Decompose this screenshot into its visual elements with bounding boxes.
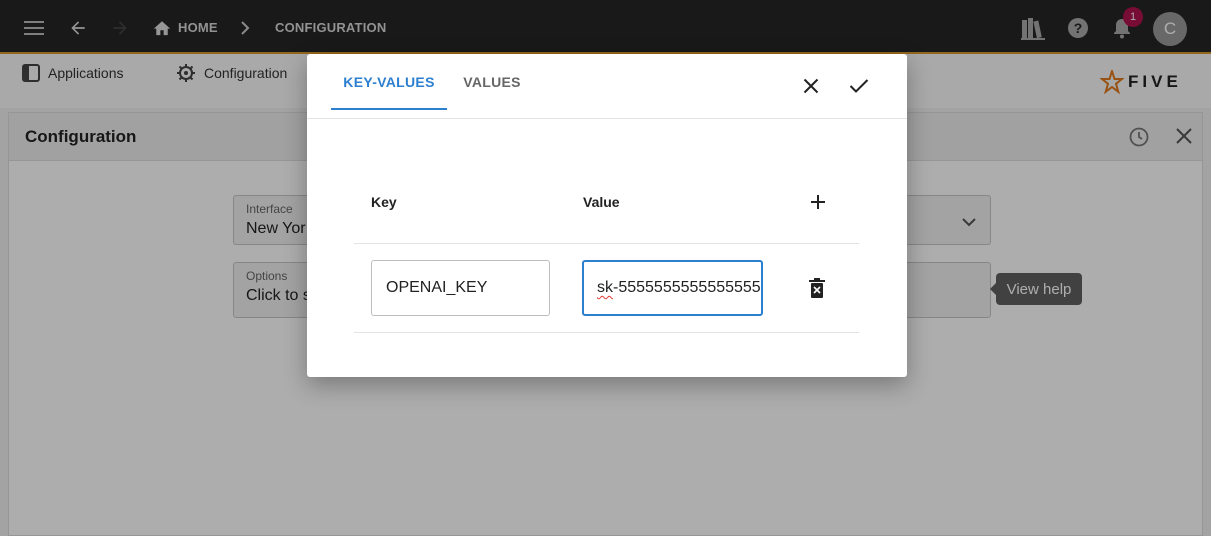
value-input-prefix: sk xyxy=(597,279,613,296)
row-divider xyxy=(354,332,859,333)
delete-icon[interactable] xyxy=(809,278,829,300)
check-icon[interactable] xyxy=(847,74,871,98)
tab-values[interactable]: VALUES xyxy=(453,54,531,110)
active-tab-indicator xyxy=(331,108,447,110)
key-values-dialog: KEY-VALUES VALUES Key Value OPENAI_KEY s… xyxy=(307,54,907,377)
value-input[interactable]: sk-555555555555555555555 xyxy=(582,260,763,316)
close-icon[interactable] xyxy=(799,74,823,98)
tab-key-values[interactable]: KEY-VALUES xyxy=(331,54,447,110)
header-divider xyxy=(354,243,859,244)
column-header-key: Key xyxy=(371,194,397,210)
plus-icon[interactable] xyxy=(810,194,828,212)
column-header-value: Value xyxy=(583,194,620,210)
key-input[interactable]: OPENAI_KEY xyxy=(371,260,550,316)
key-input-value: OPENAI_KEY xyxy=(386,279,488,296)
value-input-rest: -555555555555555555555 xyxy=(613,279,761,296)
dialog-header: KEY-VALUES VALUES xyxy=(307,54,907,119)
